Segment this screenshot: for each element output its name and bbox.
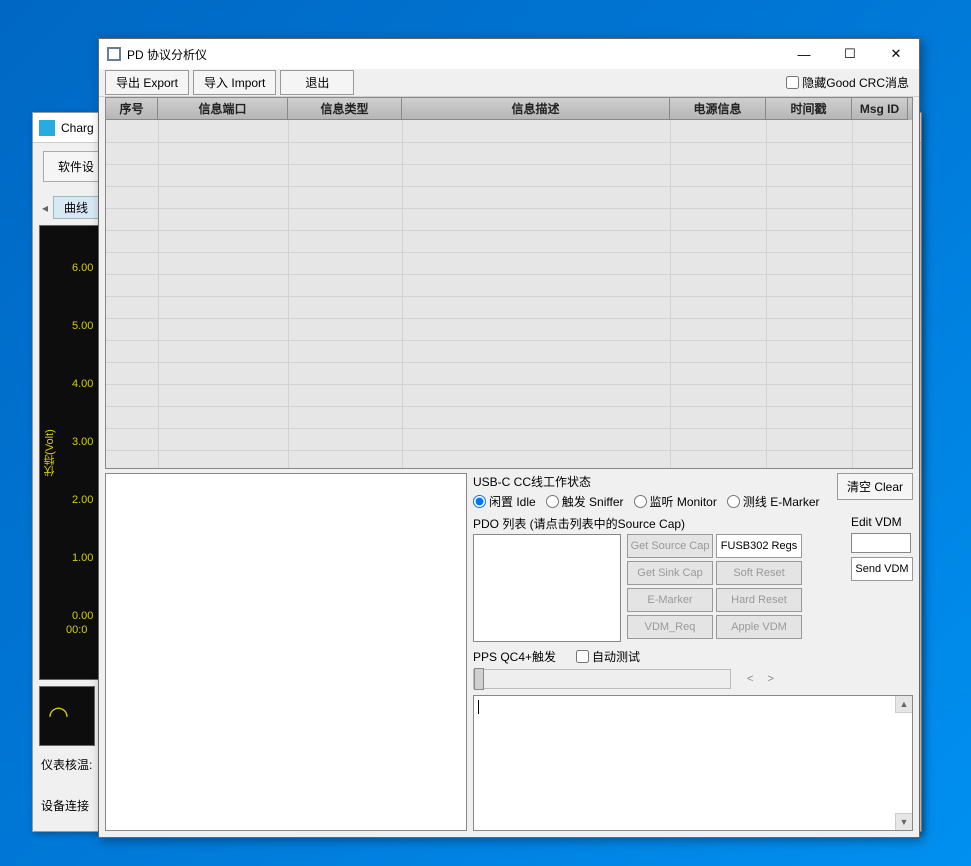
get-sink-cap-button[interactable]: Get Sink Cap: [627, 561, 713, 585]
text-caret: [478, 700, 479, 714]
controls-panel: USB-C CC线工作状态 闲置 Idle 触发 Sniffer 监听 Moni…: [473, 473, 913, 831]
pps-label: PPS QC4+触发: [473, 648, 556, 665]
bg-title: Charg: [61, 121, 94, 135]
col-type[interactable]: 信息类型: [288, 98, 402, 120]
hide-crc-label: 隐藏Good CRC消息: [802, 74, 909, 91]
window-title: PD 协议分析仪: [127, 46, 781, 63]
pps-slider[interactable]: [473, 669, 731, 689]
bg-tick-3: 3.00: [72, 436, 93, 448]
pdo-group-label: PDO 列表 (请点击列表中的Source Cap): [473, 515, 843, 532]
close-button[interactable]: ✕: [873, 39, 919, 69]
cc-group-label: USB-C CC线工作状态: [473, 473, 831, 490]
gauge-icon: ◠: [48, 701, 69, 730]
toolbar: 导出 Export 导入 Import 退出 隐藏Good CRC消息: [99, 69, 919, 97]
soft-reset-button[interactable]: Soft Reset: [716, 561, 802, 585]
exit-button[interactable]: 退出: [280, 70, 354, 95]
slider-thumb[interactable]: [474, 668, 484, 690]
bg-chart-ylabel: 伏特(Volt): [42, 429, 58, 477]
hide-crc-checkbox[interactable]: 隐藏Good CRC消息: [786, 74, 913, 91]
pps-row: PPS QC4+触发 自动测试: [473, 648, 913, 665]
apple-vdm-button[interactable]: Apple VDM: [716, 615, 802, 639]
app-icon: [107, 47, 121, 61]
get-source-cap-button[interactable]: Get Source Cap: [627, 534, 713, 558]
log-textarea[interactable]: ▲ ▼: [473, 695, 913, 831]
tab-scroll-left-icon[interactable]: ◂: [39, 201, 51, 215]
pps-slider-row: < >: [473, 669, 913, 689]
bg-tick-4: 4.00: [72, 378, 93, 390]
col-desc[interactable]: 信息描述: [402, 98, 670, 120]
detail-panel[interactable]: [105, 473, 467, 831]
col-port[interactable]: 信息端口: [158, 98, 288, 120]
hard-reset-button[interactable]: Hard Reset: [716, 588, 802, 612]
bg-chart: 伏特(Volt) 6.00 5.00 4.00 3.00 2.00 1.00 0…: [39, 225, 103, 680]
bg-xtick: 00:0: [66, 624, 87, 636]
message-table[interactable]: 序号 信息端口 信息类型 信息描述 电源信息 时间戳 Msg ID: [105, 97, 913, 469]
import-button[interactable]: 导入 Import: [193, 70, 276, 95]
auto-test-checkbox[interactable]: 自动测试: [576, 648, 640, 665]
cc-radio-row: 闲置 Idle 触发 Sniffer 监听 Monitor 测线 E-Marke…: [473, 490, 831, 513]
vdm-req-button[interactable]: VDM_Req: [627, 615, 713, 639]
scroll-down-icon[interactable]: ▼: [895, 813, 912, 830]
clear-button[interactable]: 清空 Clear: [837, 473, 913, 500]
radio-sniffer[interactable]: 触发 Sniffer: [546, 493, 624, 510]
pdo-listbox[interactable]: [473, 534, 621, 642]
export-button[interactable]: 导出 Export: [105, 70, 189, 95]
bg-meter: ◠: [39, 686, 95, 746]
bg-tick-0: 0.00: [72, 610, 93, 622]
table-body[interactable]: [106, 120, 912, 468]
pdo-button-grid: Get Source Cap FUSB302 Regs Get Sink Cap…: [627, 534, 802, 642]
bg-tick-2: 2.00: [72, 494, 93, 506]
radio-monitor[interactable]: 监听 Monitor: [634, 493, 717, 510]
emarker-button[interactable]: E-Marker: [627, 588, 713, 612]
main-window: PD 协议分析仪 — ☐ ✕ 导出 Export 导入 Import 退出 隐藏…: [98, 38, 920, 838]
maximize-button[interactable]: ☐: [827, 39, 873, 69]
radio-idle[interactable]: 闲置 Idle: [473, 493, 536, 510]
col-msg[interactable]: Msg ID: [852, 98, 908, 120]
hide-crc-input[interactable]: [786, 76, 799, 89]
minimize-button[interactable]: —: [781, 39, 827, 69]
col-seq[interactable]: 序号: [106, 98, 158, 120]
pps-stepper: < >: [741, 673, 780, 685]
bottom-panel: USB-C CC线工作状态 闲置 Idle 触发 Sniffer 监听 Moni…: [99, 473, 919, 837]
bg-tick-5: 5.00: [72, 320, 93, 332]
stepper-right-icon[interactable]: >: [767, 673, 773, 685]
bg-tick-6: 6.00: [72, 262, 93, 274]
col-time[interactable]: 时间戳: [766, 98, 852, 120]
stepper-left-icon[interactable]: <: [747, 673, 753, 685]
edit-vdm-block: Edit VDM Send VDM: [851, 515, 913, 642]
bg-tab-curve[interactable]: 曲线: [53, 196, 99, 219]
col-pwr[interactable]: 电源信息: [670, 98, 766, 120]
fusb302-regs-button[interactable]: FUSB302 Regs: [716, 534, 802, 558]
bg-app-icon: [39, 120, 55, 136]
radio-emarker[interactable]: 测线 E-Marker: [727, 493, 820, 510]
vdm-input[interactable]: [851, 533, 911, 553]
bg-tick-1: 1.00: [72, 552, 93, 564]
table-header: 序号 信息端口 信息类型 信息描述 电源信息 时间戳 Msg ID: [106, 98, 912, 120]
scroll-up-icon[interactable]: ▲: [895, 696, 912, 713]
titlebar[interactable]: PD 协议分析仪 — ☐ ✕: [99, 39, 919, 69]
send-vdm-button[interactable]: Send VDM: [851, 557, 913, 581]
edit-vdm-label: Edit VDM: [851, 515, 913, 529]
